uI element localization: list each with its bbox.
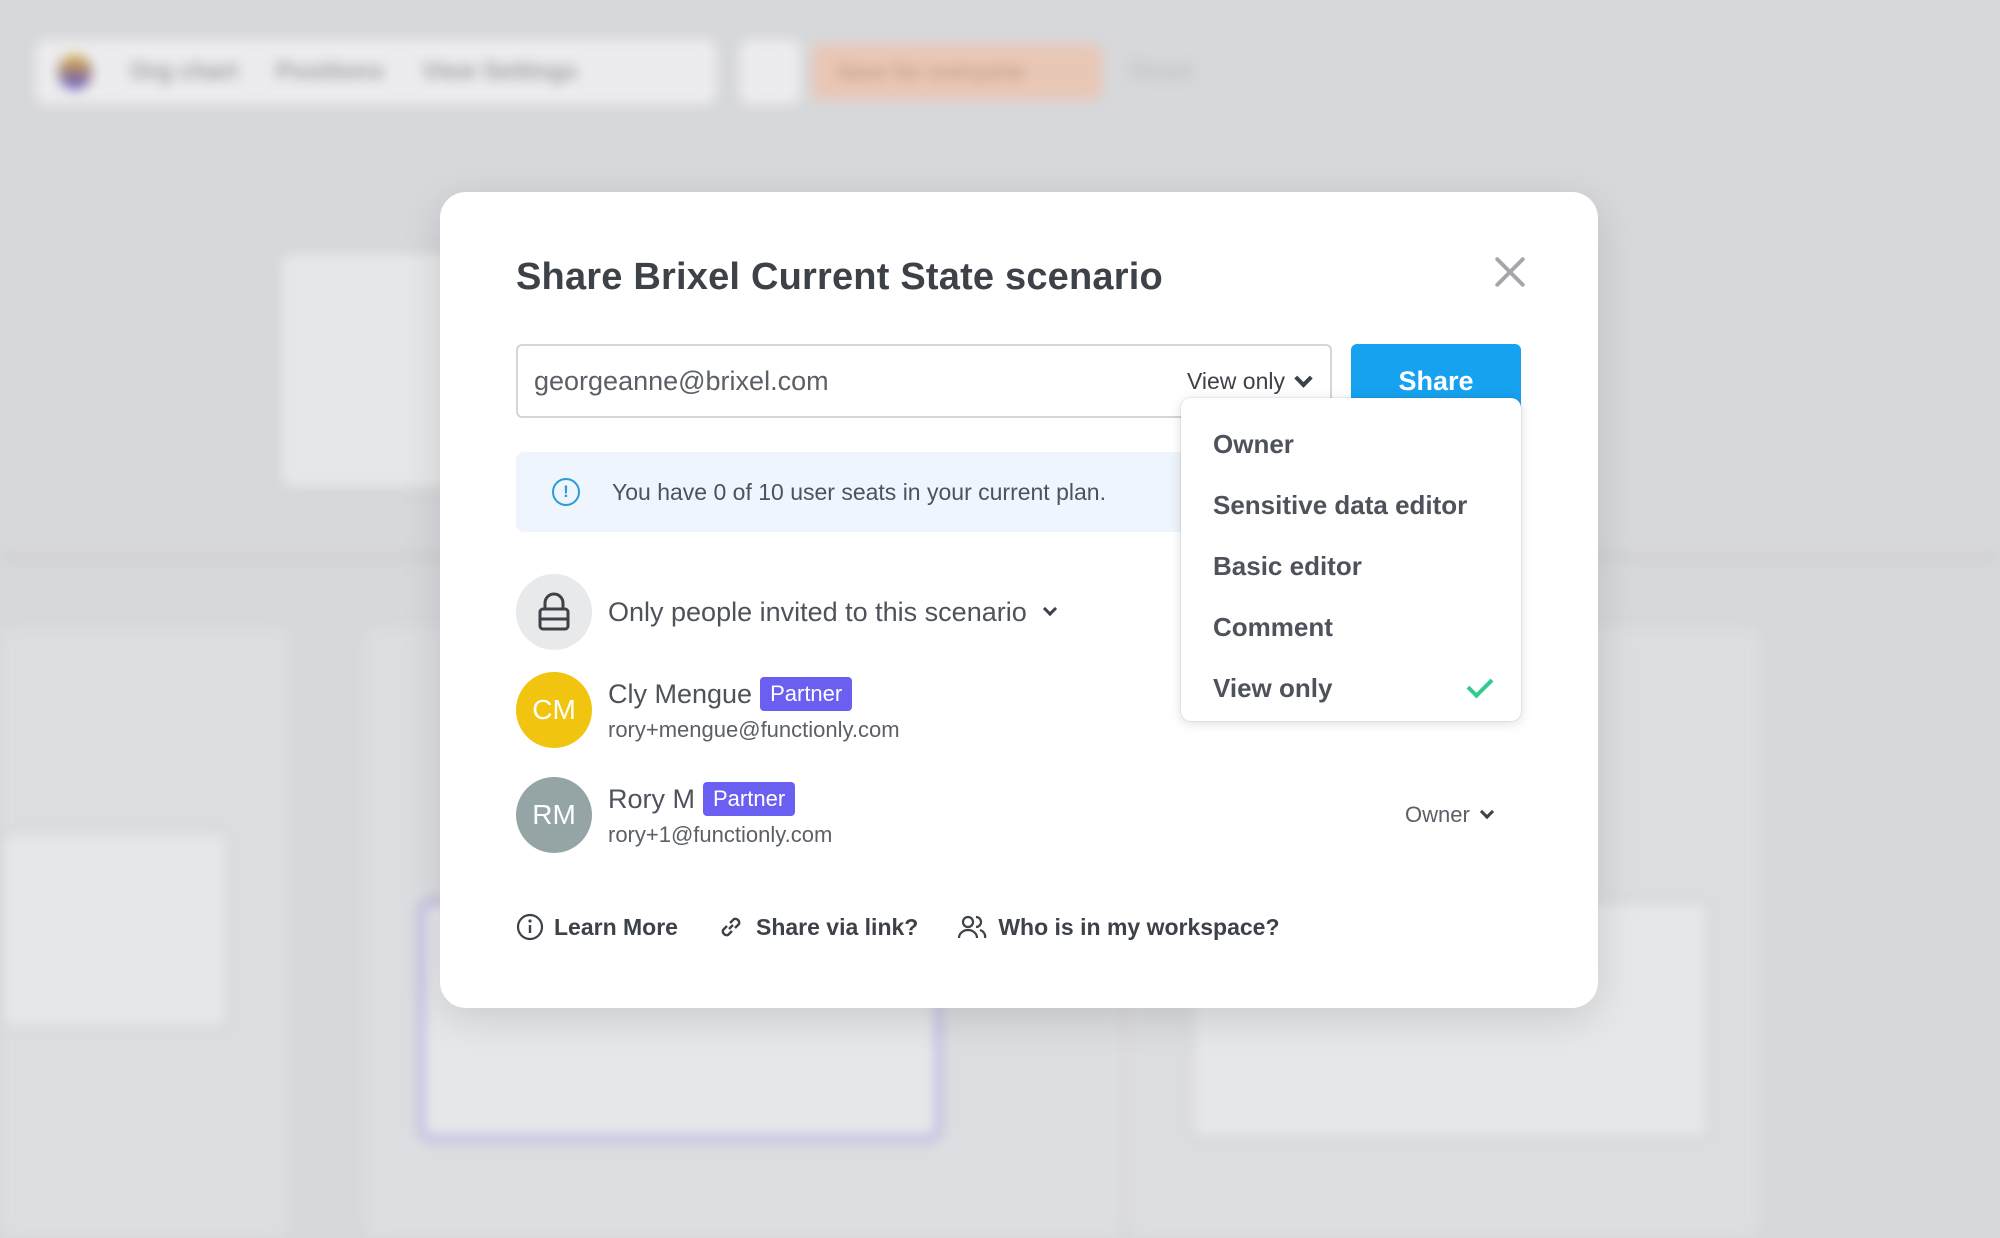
permission-dropdown-menu: Owner Sensitive data editor Basic editor… — [1181, 398, 1521, 721]
menu-item-owner[interactable]: Owner — [1181, 414, 1521, 475]
avatar-initials: RM — [532, 799, 576, 830]
link-icon — [721, 917, 741, 937]
bg-search-icon — [740, 40, 800, 104]
menu-item-label: Comment — [1213, 612, 1333, 642]
bg-toolbar: Org chart Positions View Settings — [36, 40, 716, 104]
bg-toolbar-item: View Settings — [422, 58, 578, 85]
menu-item-label: Basic editor — [1213, 551, 1362, 581]
share-via-link-label: Share via link? — [755, 913, 919, 940]
member-email: rory+mengue@functionly.com — [608, 717, 900, 742]
bg-toolbar-item: Org chart — [130, 58, 239, 85]
seats-info-banner: ! You have 0 of 10 user seats in your cu… — [516, 452, 1196, 532]
bg-card — [0, 830, 230, 1030]
share-via-link-link[interactable]: Share via link? — [716, 912, 918, 942]
workspace-members-link[interactable]: Who is in my workspace? — [956, 913, 1280, 941]
chevron-down-icon — [1294, 368, 1313, 388]
dialog-title: Share Brixel Current State scenario — [516, 256, 1163, 298]
access-level-label: Only people invited to this scenario — [608, 596, 1027, 627]
member-name: Rory M — [608, 783, 695, 814]
partner-badge: Partner — [703, 782, 796, 816]
learn-more-link[interactable]: Learn More — [516, 913, 678, 941]
close-icon[interactable] — [1492, 254, 1528, 290]
bg-reset-button: Reset — [1130, 58, 1193, 85]
permission-select-label: View only — [1186, 367, 1285, 394]
users-icon — [958, 915, 987, 939]
chevron-down-icon — [1479, 804, 1494, 820]
info-circle-icon: ! — [552, 478, 580, 506]
seats-info-text: You have 0 of 10 user seats in your curr… — [612, 478, 1106, 505]
member-row: RM Rory M Partner rory+1@functionly.com — [516, 777, 832, 853]
bg-save-button: Save for everyone — [812, 44, 1102, 100]
member-role-label: Owner — [1405, 802, 1470, 827]
menu-item-label: Sensitive data editor — [1213, 490, 1468, 520]
avatar: CM — [516, 672, 592, 748]
checkmark-icon — [1466, 671, 1494, 698]
member-row: CM Cly Mengue Partner rory+mengue@functi… — [516, 672, 900, 748]
bg-toolbar-item: Positions — [276, 58, 385, 85]
avatar-initials: CM — [532, 694, 576, 725]
access-level-row: Only people invited to this scenario — [516, 574, 1057, 650]
workspace-members-label: Who is in my workspace? — [998, 913, 1280, 940]
menu-item-label: View only — [1213, 673, 1333, 703]
menu-item-comment[interactable]: Comment — [1181, 597, 1521, 658]
learn-more-label: Learn More — [554, 913, 678, 940]
app-logo-icon — [58, 55, 92, 89]
access-level-chevron-icon[interactable] — [1042, 601, 1057, 617]
email-input[interactable] — [518, 346, 1138, 416]
menu-item-basic-editor[interactable]: Basic editor — [1181, 536, 1521, 597]
info-icon — [516, 913, 544, 941]
lock-icon — [516, 574, 592, 650]
footer-links: Learn More Share via link? Who is in my … — [516, 912, 1280, 942]
member-email: rory+1@functionly.com — [608, 822, 833, 847]
menu-item-label: Owner — [1213, 429, 1294, 459]
menu-item-sensitive-data-editor[interactable]: Sensitive data editor — [1181, 475, 1521, 536]
member-name: Cly Mengue — [608, 678, 753, 709]
member-role-select[interactable]: Owner — [1405, 802, 1494, 828]
avatar: RM — [516, 777, 592, 853]
partner-badge: Partner — [760, 677, 853, 711]
menu-item-view-only[interactable]: View only — [1181, 658, 1521, 719]
